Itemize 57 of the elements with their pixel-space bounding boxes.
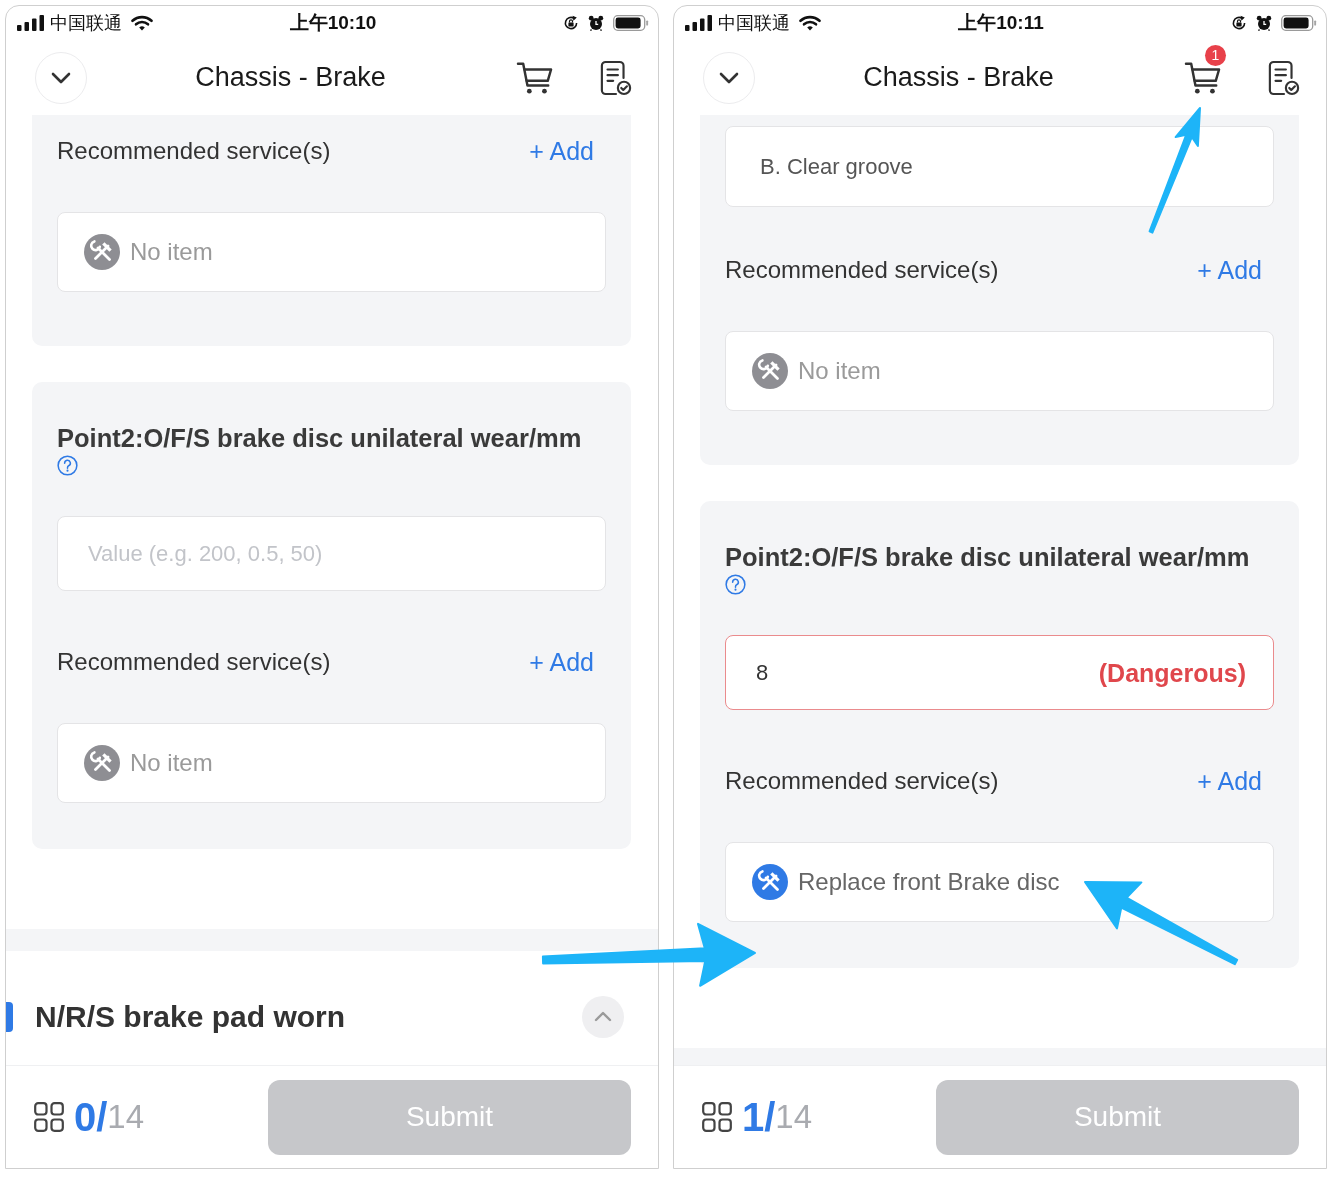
empty-label: No item [130,749,213,777]
grid-icon[interactable] [702,1102,732,1132]
chevron-down-icon [719,71,739,84]
wifi-icon [799,15,821,31]
progress-total: 14 [107,1098,145,1136]
wifi-icon [131,15,153,31]
service-name: Replace front Brake disc [798,868,1060,896]
add-link[interactable]: + Add [1197,255,1262,285]
tools-icon [752,864,788,900]
service-item[interactable]: Replace front Brake disc [725,842,1274,922]
question-title: Point2:O/F/S brake disc unilateral wear/mm [725,542,1251,573]
cart-icon[interactable] [1184,60,1222,95]
cart-icon[interactable] [516,60,554,95]
section-label: Recommended service(s) [57,648,331,676]
orientation-lock-icon [563,15,579,31]
empty-label: No item [798,357,881,385]
section-title: N/R/S brake pad worn [35,999,346,1034]
add-link[interactable]: + Add [529,136,594,166]
status-time: 上午10:11 [958,11,1044,35]
empty-label: No item [130,238,213,266]
section-label: Recommended service(s) [725,767,999,795]
section-label: Recommended service(s) [725,256,999,284]
add-link[interactable]: + Add [529,647,594,677]
alarm-clock-icon [588,15,604,31]
battery-icon [1281,15,1317,31]
status-label: (Dangerous) [1098,658,1246,687]
progress-total: 14 [775,1098,813,1136]
chevron-down-icon [51,71,71,84]
tools-icon [752,353,788,389]
progress-count: 1/ [742,1094,776,1140]
progress-count: 0/ [74,1094,108,1140]
screen-title: Chassis - Brake [862,62,1055,93]
alarm-clock-icon [1256,15,1272,31]
document-check-icon[interactable] [1268,59,1300,96]
tools-icon [84,745,120,781]
orientation-lock-icon [1231,15,1247,31]
cart-badge: 1 [1205,44,1226,66]
battery-icon [613,15,649,31]
section-indicator [6,1001,13,1032]
grid-icon[interactable] [34,1102,64,1132]
add-link[interactable]: + Add [1197,766,1262,796]
question-title: Point2:O/F/S brake disc unilateral wear/mm [57,423,583,454]
status-time: 上午10:10 [289,11,377,35]
help-icon[interactable] [57,455,78,476]
answer-option[interactable]: B. Clear groove [725,126,1274,207]
value-input[interactable]: Value (e.g. 200, 0.5, 50) [57,516,606,591]
signal-icon [685,15,712,31]
document-check-icon[interactable] [600,59,632,96]
collapse-button[interactable] [582,995,624,1038]
chevron-up-icon [594,1011,612,1022]
signal-icon [17,15,44,31]
screen-title: Chassis - Brake [194,62,387,93]
carrier-name: 中国联通 [718,12,790,35]
carrier-name: 中国联通 [50,12,122,35]
section-label: Recommended service(s) [57,137,331,165]
help-icon[interactable] [725,574,746,595]
tools-icon [84,234,120,270]
